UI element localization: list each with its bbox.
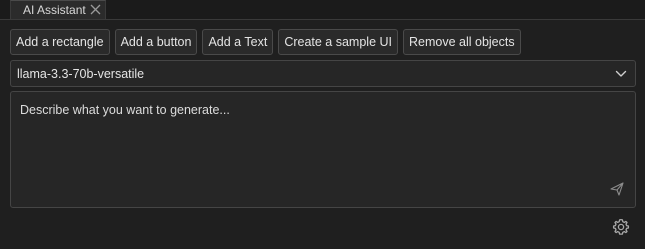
close-icon[interactable] bbox=[89, 3, 102, 16]
tab-title: AI Assistant bbox=[23, 3, 86, 17]
model-select-value: llama-3.3-70b-versatile bbox=[17, 66, 145, 81]
model-select[interactable]: llama-3.3-70b-versatile bbox=[10, 60, 636, 87]
tab-ai-assistant[interactable]: AI Assistant bbox=[10, 0, 106, 19]
remove-all-objects-button[interactable]: Remove all objects bbox=[403, 29, 521, 55]
add-button-button[interactable]: Add a button bbox=[114, 29, 198, 55]
prompt-input[interactable] bbox=[11, 92, 635, 207]
ai-assistant-panel: AI Assistant Add a rectangle Add a butto… bbox=[0, 0, 645, 249]
prompt-box bbox=[10, 91, 636, 208]
tab-strip: AI Assistant bbox=[0, 0, 645, 20]
create-sample-ui-button[interactable]: Create a sample UI bbox=[278, 29, 398, 55]
action-toolbar: Add a rectangle Add a button Add a Text … bbox=[10, 29, 521, 55]
chevron-down-icon bbox=[615, 70, 627, 77]
gear-icon[interactable] bbox=[612, 218, 630, 236]
send-icon[interactable] bbox=[609, 181, 625, 197]
add-text-button[interactable]: Add a Text bbox=[202, 29, 274, 55]
add-rectangle-button[interactable]: Add a rectangle bbox=[10, 29, 110, 55]
